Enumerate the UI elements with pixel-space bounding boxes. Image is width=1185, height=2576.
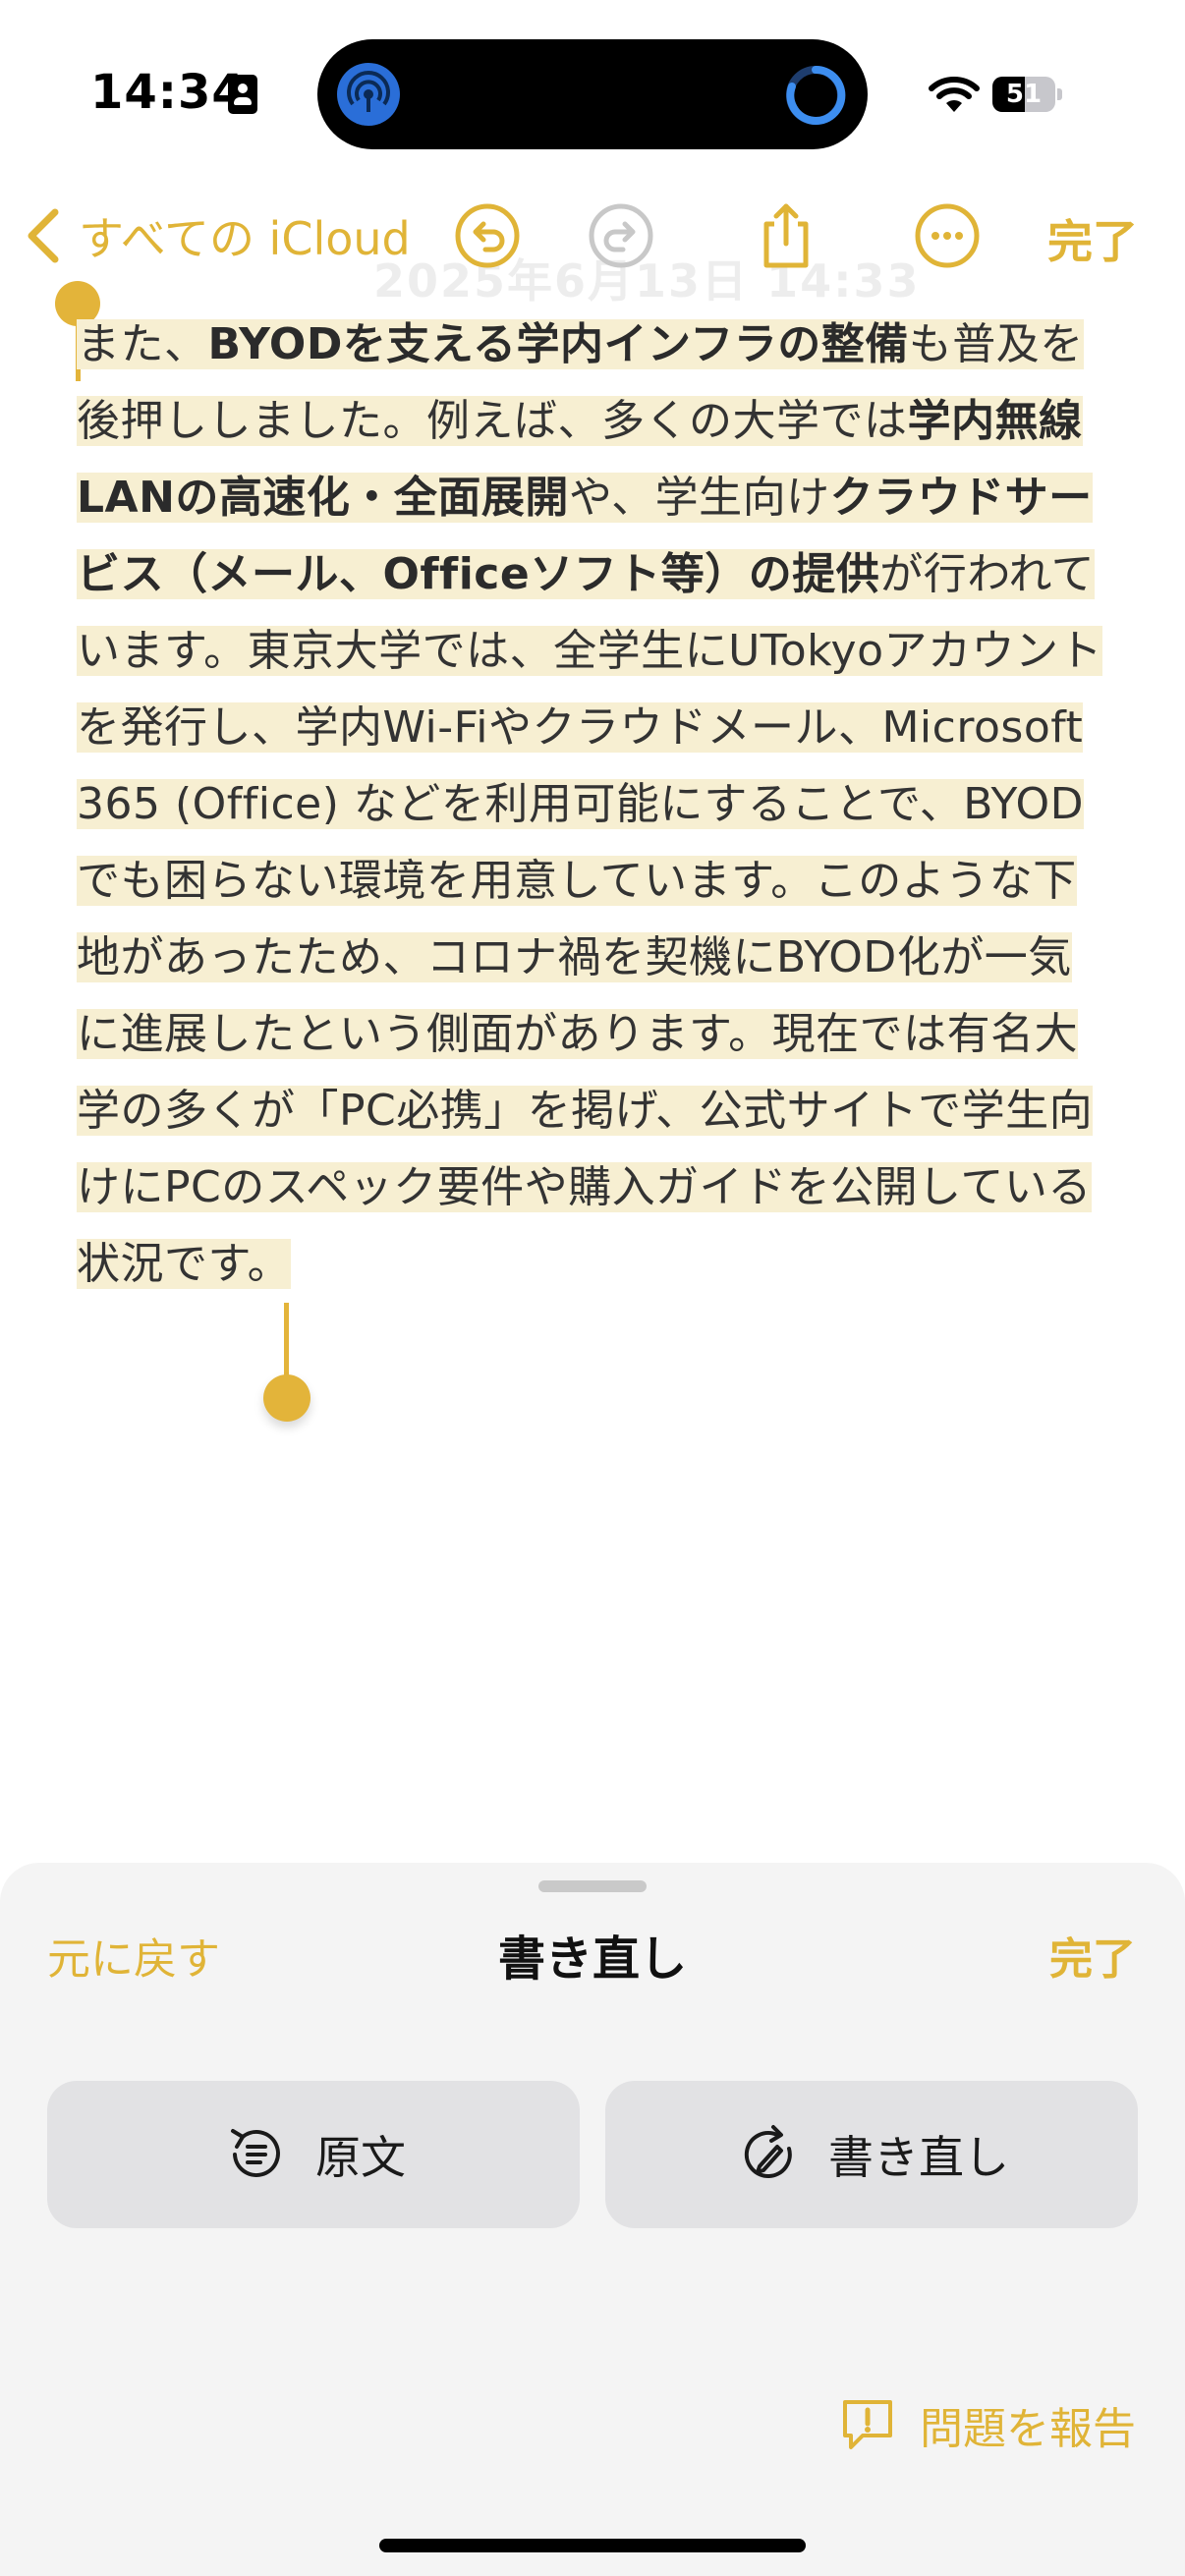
battery-percent: 51 [1005, 80, 1043, 109]
more-icon[interactable] [910, 198, 985, 273]
battery-indicator: 51 [992, 77, 1062, 112]
wifi-icon [929, 77, 980, 112]
note-text-run: が行われています。東京大学では、全学生にUTokyoアカウントを発行し、学内Wi… [77, 549, 1102, 1289]
done-button[interactable]: 完了 [1047, 206, 1138, 271]
note-body[interactable]: また、BYODを支える学内インフラの整備も普及を後押ししました。例えば、多くの大… [77, 307, 1108, 1303]
report-issue-button[interactable]: 問題を報告 [837, 2393, 1136, 2456]
report-issue-label: 問題を報告 [920, 2404, 1136, 2454]
status-bar: 14:34 51 [0, 0, 1185, 167]
note-paragraph[interactable]: また、BYODを支える学内インフラの整備も普及を後押ししました。例えば、多くの大… [77, 307, 1108, 1303]
airdrop-icon [337, 63, 400, 126]
rewrite-button[interactable]: 書き直し [605, 2081, 1138, 2228]
progress-ring-icon [786, 65, 846, 125]
share-icon[interactable] [749, 198, 823, 273]
nav-bar: 2025年6月13日 14:33 すべての iCloud 完了 [0, 177, 1185, 308]
original-text-icon [231, 2129, 280, 2177]
contact-card-icon [228, 75, 257, 114]
original-text-button[interactable]: 原文 [47, 2081, 580, 2228]
sheet-done-button[interactable]: 完了 [1049, 1924, 1136, 1987]
selection-handle-end[interactable] [263, 1374, 310, 1422]
undo-icon[interactable] [450, 198, 525, 273]
rewrite-label: 書き直し [828, 2131, 1009, 2184]
sheet-grabber[interactable] [538, 1880, 647, 1892]
note-text-run: また、 [77, 319, 208, 369]
selected-text: また、BYODを支える学内インフラの整備も普及を後押ししました。例えば、多くの大… [77, 319, 1102, 1289]
report-bubble-icon [843, 2400, 892, 2449]
note-text-run: や、学生向け [568, 473, 830, 523]
chevron-left-icon [28, 208, 59, 263]
home-indicator[interactable] [379, 2539, 806, 2552]
revert-button[interactable]: 元に戻す [47, 1924, 220, 1987]
dynamic-island[interactable] [317, 39, 868, 149]
note-bold-run: BYODを支える学内インフラの整備 [207, 319, 909, 369]
original-text-label: 原文 [315, 2131, 406, 2184]
status-time: 14:34 [90, 65, 246, 120]
rewrite-sheet: 元に戻す 書き直し 完了 原文 書き直し 問題を報告 [0, 1863, 1185, 2576]
back-button[interactable]: すべての iCloud [24, 196, 411, 275]
back-label: すべての iCloud [79, 212, 411, 265]
redo-icon[interactable] [584, 198, 658, 273]
selection-caret-end [284, 1303, 289, 1383]
rewrite-icon [744, 2125, 792, 2178]
